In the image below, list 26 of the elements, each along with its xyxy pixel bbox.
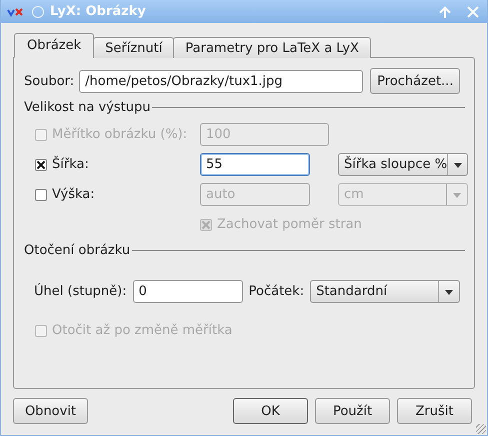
unit-dropdown[interactable]: Šířka sloupce % [338,153,468,176]
dialog-button[interactable]: OK [233,398,308,424]
origin-dropdown[interactable]: Standardní [310,280,460,303]
tab[interactable]: Seříznutí [93,37,174,58]
window-title: LyX: Obrázky [50,4,146,19]
file-field[interactable]: /home/petos/Obrazky/tux1.jpg [79,70,364,92]
resize-grip-icon[interactable] [476,424,486,434]
close-icon[interactable] [467,6,479,18]
angle-field[interactable]: 0 [132,280,243,303]
dialog-button[interactable]: Zrušit [397,398,472,424]
file-label: Soubor: [24,74,74,88]
dialog-button[interactable]: Použít [315,398,390,424]
dialog-button[interactable]: Obnovit [13,398,88,424]
window-menu-icon[interactable] [32,6,44,18]
size-checkbox[interactable]: Výška: [35,182,192,207]
tab[interactable]: Obrázek [14,33,94,58]
angle-label: Úhel (stupně): [34,284,127,299]
app-logo-icon [7,6,23,16]
size-field[interactable]: 55 [200,153,310,176]
origin-label: Počátek: [248,284,304,299]
size-checkbox[interactable]: Šířka: [35,152,192,177]
group-title: Otočení obrázku [24,243,130,258]
keep-above-icon[interactable] [439,6,451,18]
group-title: Velikost na výstupu [24,100,150,115]
browse-button[interactable]: Procházet... [370,68,460,94]
tab[interactable]: Parametry pro LaTeX a LyX [173,37,371,58]
